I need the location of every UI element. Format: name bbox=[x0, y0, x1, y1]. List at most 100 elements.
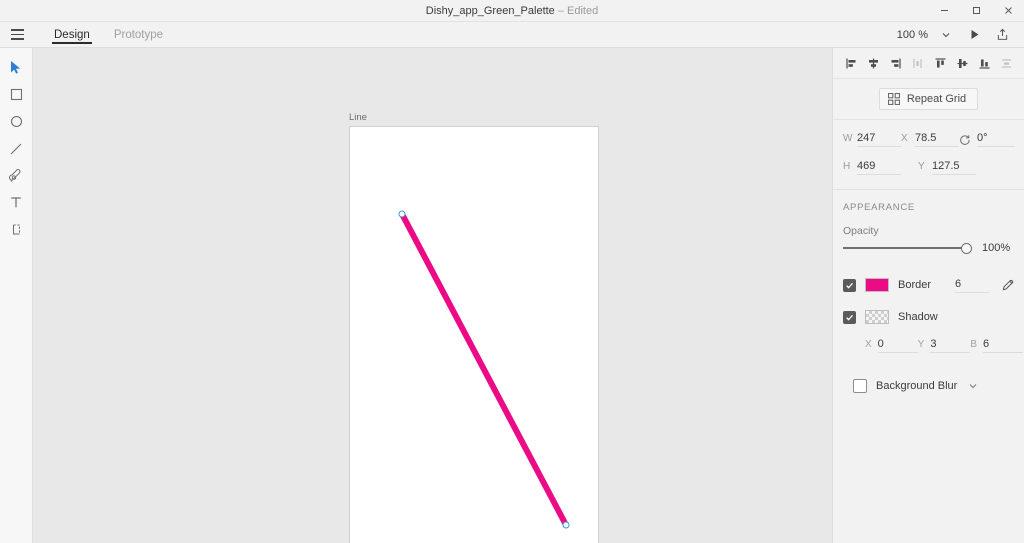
shadow-x-label: X bbox=[865, 339, 872, 350]
width-label: W bbox=[843, 133, 853, 144]
tools-sidebar bbox=[0, 48, 33, 543]
shape-layer bbox=[399, 212, 569, 527]
check-icon bbox=[846, 282, 853, 289]
line-tool[interactable] bbox=[0, 135, 33, 162]
y-label: Y bbox=[918, 161, 925, 172]
opacity-row: 100% bbox=[843, 242, 1014, 254]
height-value[interactable]: 469 bbox=[857, 160, 901, 175]
zoom-dropdown-button[interactable] bbox=[932, 22, 960, 48]
line-shape[interactable] bbox=[399, 212, 569, 527]
opacity-slider[interactable] bbox=[843, 242, 972, 254]
design-canvas[interactable]: Line bbox=[33, 48, 832, 543]
vertical-alignment-group bbox=[929, 52, 1017, 74]
shadow-y-field[interactable]: Y 3 bbox=[918, 338, 971, 353]
shadow-blur-field[interactable]: B 6 bbox=[970, 338, 1024, 353]
rotation-value[interactable]: 0° bbox=[977, 132, 1015, 147]
border-color-swatch[interactable] bbox=[865, 278, 889, 292]
shadow-blur-label: B bbox=[970, 339, 978, 350]
artboard[interactable] bbox=[349, 126, 599, 543]
shadow-checkbox[interactable] bbox=[843, 310, 856, 324]
shadow-row: Shadow bbox=[843, 304, 1014, 330]
distribute-horizontal-button[interactable] bbox=[906, 52, 928, 74]
shadow-y-label: Y bbox=[917, 339, 925, 350]
x-label: X bbox=[901, 133, 908, 144]
grid-icon bbox=[887, 93, 900, 105]
distribute-h-icon bbox=[912, 58, 922, 68]
chevron-down-icon bbox=[942, 32, 950, 37]
artboard-name-label[interactable]: Line bbox=[349, 112, 367, 123]
x-position-field[interactable]: X 78.5 bbox=[901, 132, 959, 147]
align-center-horizontal-button[interactable] bbox=[862, 52, 884, 74]
eyedropper-button[interactable] bbox=[998, 279, 1014, 291]
document-name: Dishy_app_Green_Palette bbox=[425, 4, 555, 17]
y-value[interactable]: 127.5 bbox=[932, 160, 976, 175]
border-width-value[interactable]: 6 bbox=[955, 278, 989, 293]
opacity-value[interactable]: 100% bbox=[982, 242, 1014, 254]
maximize-button[interactable] bbox=[960, 0, 992, 22]
opacity-slider-knob[interactable] bbox=[961, 242, 972, 254]
shadow-x-value[interactable]: 0 bbox=[877, 338, 918, 353]
text-tool[interactable] bbox=[0, 189, 33, 216]
background-blur-label: Background Blur bbox=[876, 380, 958, 392]
appearance-section: APPEARANCE Opacity 100% bbox=[833, 190, 1024, 258]
x-value[interactable]: 78.5 bbox=[915, 132, 959, 147]
y-position-field[interactable]: Y 127.5 bbox=[918, 160, 980, 175]
window-controls bbox=[928, 0, 1024, 22]
zoom-level-value[interactable]: 100 % bbox=[893, 29, 932, 41]
share-upload-icon bbox=[997, 28, 1007, 40]
pen-tool[interactable] bbox=[0, 162, 33, 189]
opacity-slider-track bbox=[843, 247, 972, 249]
width-value[interactable]: 247 bbox=[857, 132, 901, 147]
tab-prototype[interactable]: Prototype bbox=[102, 22, 175, 47]
repeat-grid-label: Repeat Grid bbox=[906, 93, 967, 105]
align-middle-button[interactable] bbox=[951, 52, 973, 74]
distribute-v-icon bbox=[1001, 58, 1011, 68]
width-field[interactable]: W 247 bbox=[843, 132, 901, 147]
rectangle-tool[interactable] bbox=[0, 81, 33, 108]
title-bar: Dishy_app_Green_Palette – Edited bbox=[0, 0, 1024, 22]
line-icon bbox=[10, 143, 22, 154]
selection-handle-start[interactable] bbox=[398, 210, 406, 218]
height-field[interactable]: H 469 bbox=[843, 160, 918, 175]
selection-handle-end[interactable] bbox=[562, 521, 570, 529]
shadow-label: Shadow bbox=[898, 311, 938, 323]
shadow-blur-value[interactable]: 6 bbox=[983, 338, 1024, 353]
rotate-icon bbox=[959, 134, 971, 146]
shadow-y-value[interactable]: 3 bbox=[930, 338, 971, 353]
square-icon bbox=[10, 88, 22, 101]
align-left-icon bbox=[845, 58, 855, 68]
repeat-grid-button[interactable]: Repeat Grid bbox=[878, 88, 979, 110]
align-middle-icon bbox=[957, 58, 967, 68]
share-export-button[interactable] bbox=[988, 22, 1016, 48]
height-label: H bbox=[843, 161, 851, 172]
background-blur-dropdown-button[interactable] bbox=[968, 381, 978, 391]
distribute-vertical-button[interactable] bbox=[995, 52, 1017, 74]
align-top-button[interactable] bbox=[929, 52, 951, 74]
repeat-grid-row: Repeat Grid bbox=[833, 79, 1024, 120]
align-right-button[interactable] bbox=[884, 52, 906, 74]
shadow-color-swatch[interactable] bbox=[865, 310, 889, 324]
align-right-icon bbox=[891, 58, 901, 68]
app-body: Line Repeat Grid W 247 X 78.5 0° H 469 Y… bbox=[0, 48, 1024, 543]
preview-play-button[interactable] bbox=[960, 22, 988, 48]
horizontal-alignment-group bbox=[840, 52, 928, 74]
tab-design-label: Design bbox=[54, 28, 90, 41]
border-checkbox[interactable] bbox=[843, 278, 856, 292]
tab-design[interactable]: Design bbox=[42, 22, 102, 47]
artboard-tool[interactable] bbox=[0, 216, 33, 243]
close-button[interactable] bbox=[992, 0, 1024, 22]
hamburger-menu-button[interactable] bbox=[0, 22, 34, 47]
circle-icon bbox=[10, 115, 22, 128]
background-blur-row: Background Blur bbox=[843, 369, 1014, 393]
background-blur-checkbox[interactable] bbox=[853, 379, 867, 393]
rotation-field[interactable]: 0° bbox=[959, 132, 1015, 147]
select-tool[interactable] bbox=[0, 54, 33, 81]
minimize-button[interactable] bbox=[928, 0, 960, 22]
dimensions-row-2: H 469 Y 127.5 bbox=[843, 160, 1014, 175]
shadow-x-field[interactable]: X 0 bbox=[865, 338, 918, 353]
align-left-button[interactable] bbox=[840, 52, 862, 74]
xd-app-window: Dishy_app_Green_Palette – Edited Design bbox=[0, 0, 1024, 543]
border-label: Border bbox=[898, 279, 932, 291]
ellipse-tool[interactable] bbox=[0, 108, 33, 135]
align-bottom-button[interactable] bbox=[973, 52, 995, 74]
